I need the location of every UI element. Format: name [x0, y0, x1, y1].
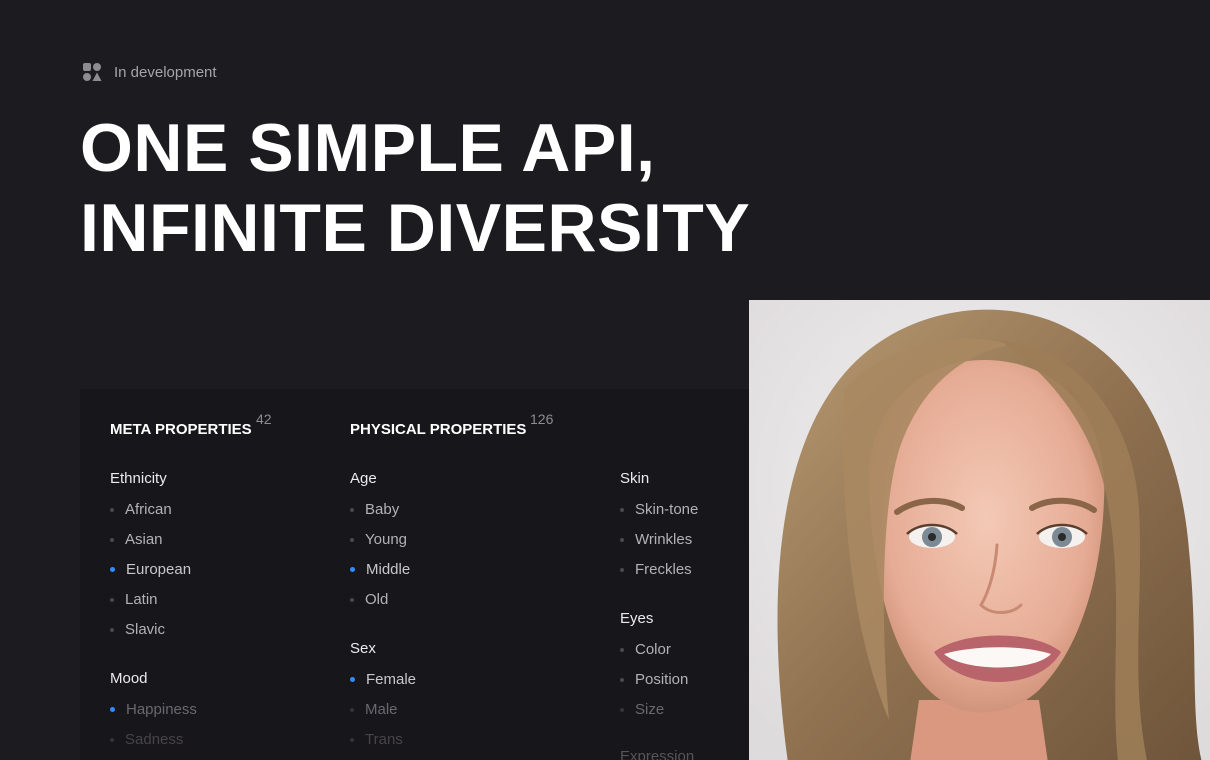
option-label: Position	[635, 671, 689, 688]
meta-properties-title: META PROPERTIES	[110, 421, 252, 438]
option-label: Middle	[366, 561, 411, 578]
bullet-icon	[350, 507, 354, 512]
properties-panel: META PROPERTIES 42 Ethnicity African Asi…	[80, 389, 780, 760]
option-slavic[interactable]: Slavic	[110, 621, 165, 638]
option-eye-position[interactable]: Position	[620, 671, 688, 688]
option-old[interactable]: Old	[350, 591, 388, 608]
bullet-icon	[110, 507, 114, 512]
meta-properties-count: 42	[256, 411, 272, 427]
bullet-icon	[110, 537, 114, 542]
option-label: Young	[365, 531, 407, 548]
bullet-icon	[620, 537, 624, 542]
bullet-icon	[620, 507, 624, 512]
option-latin[interactable]: Latin	[110, 591, 158, 608]
physical-properties-count: 126	[530, 411, 554, 427]
page-title: ONE SIMPLE API, INFINITE DIVERSITY	[80, 108, 750, 268]
option-label: Happiness	[126, 701, 197, 718]
option-young[interactable]: Young	[350, 531, 407, 548]
category-ethnicity: Ethnicity	[110, 470, 167, 487]
option-male[interactable]: Male	[350, 701, 398, 718]
bullet-icon	[110, 737, 114, 742]
option-label: Skin-tone	[635, 501, 699, 518]
face-illustration	[749, 300, 1210, 760]
shapes-icon	[83, 63, 102, 81]
category-skin: Skin	[620, 470, 650, 487]
generated-face-image	[749, 300, 1210, 760]
option-label: Color	[635, 641, 671, 658]
option-label: Wrinkles	[635, 531, 693, 548]
category-eyes: Eyes	[620, 610, 654, 627]
category-mood: Mood	[110, 670, 148, 687]
bullet-icon	[350, 707, 354, 712]
option-label: African	[125, 501, 172, 518]
option-middle[interactable]: Middle	[350, 561, 410, 578]
bullet-icon	[620, 677, 624, 682]
option-sadness[interactable]: Sadness	[110, 731, 183, 748]
bullet-icon	[350, 737, 354, 742]
option-label: Freckles	[635, 561, 692, 578]
category-age: Age	[350, 470, 377, 487]
option-eye-size[interactable]: Size	[620, 701, 664, 718]
option-asian[interactable]: Asian	[110, 531, 163, 548]
selected-bullet-icon	[110, 567, 115, 572]
option-label: Slavic	[125, 621, 166, 638]
option-female[interactable]: Female	[350, 671, 416, 688]
title-line-2: INFINITE DIVERSITY	[80, 190, 751, 266]
option-label: Female	[366, 671, 417, 688]
bullet-icon	[110, 627, 114, 632]
option-label: European	[126, 561, 192, 578]
physical-properties-title: PHYSICAL PROPERTIES	[350, 421, 527, 438]
option-eye-color[interactable]: Color	[620, 641, 671, 658]
status-badge: In development	[82, 62, 217, 82]
status-label: In development	[114, 63, 217, 81]
bullet-icon	[620, 707, 624, 712]
option-label: Latin	[125, 591, 158, 608]
option-label: Male	[365, 701, 398, 718]
category-expression: Expression	[620, 748, 695, 760]
option-label: Trans	[365, 731, 403, 748]
option-wrinkles[interactable]: Wrinkles	[620, 531, 692, 548]
option-skin-tone[interactable]: Skin-tone	[620, 501, 698, 518]
option-label: Asian	[125, 531, 163, 548]
bullet-icon	[350, 597, 354, 602]
option-european[interactable]: European	[110, 561, 191, 578]
option-trans[interactable]: Trans	[350, 731, 403, 748]
title-line-1: ONE SIMPLE API,	[80, 110, 656, 186]
selected-bullet-icon	[350, 567, 355, 572]
option-happiness[interactable]: Happiness	[110, 701, 197, 718]
option-label: Baby	[365, 501, 400, 518]
selected-bullet-icon	[350, 677, 355, 682]
bullet-icon	[620, 647, 624, 652]
bullet-icon	[620, 567, 624, 572]
option-label: Size	[635, 701, 665, 718]
option-label: Old	[365, 591, 389, 608]
option-freckles[interactable]: Freckles	[620, 561, 692, 578]
option-label: Sadness	[125, 731, 184, 748]
bullet-icon	[350, 537, 354, 542]
option-african[interactable]: African	[110, 501, 172, 518]
selected-bullet-icon	[110, 707, 115, 712]
option-baby[interactable]: Baby	[350, 501, 399, 518]
bullet-icon	[110, 597, 114, 602]
category-sex: Sex	[350, 640, 376, 657]
